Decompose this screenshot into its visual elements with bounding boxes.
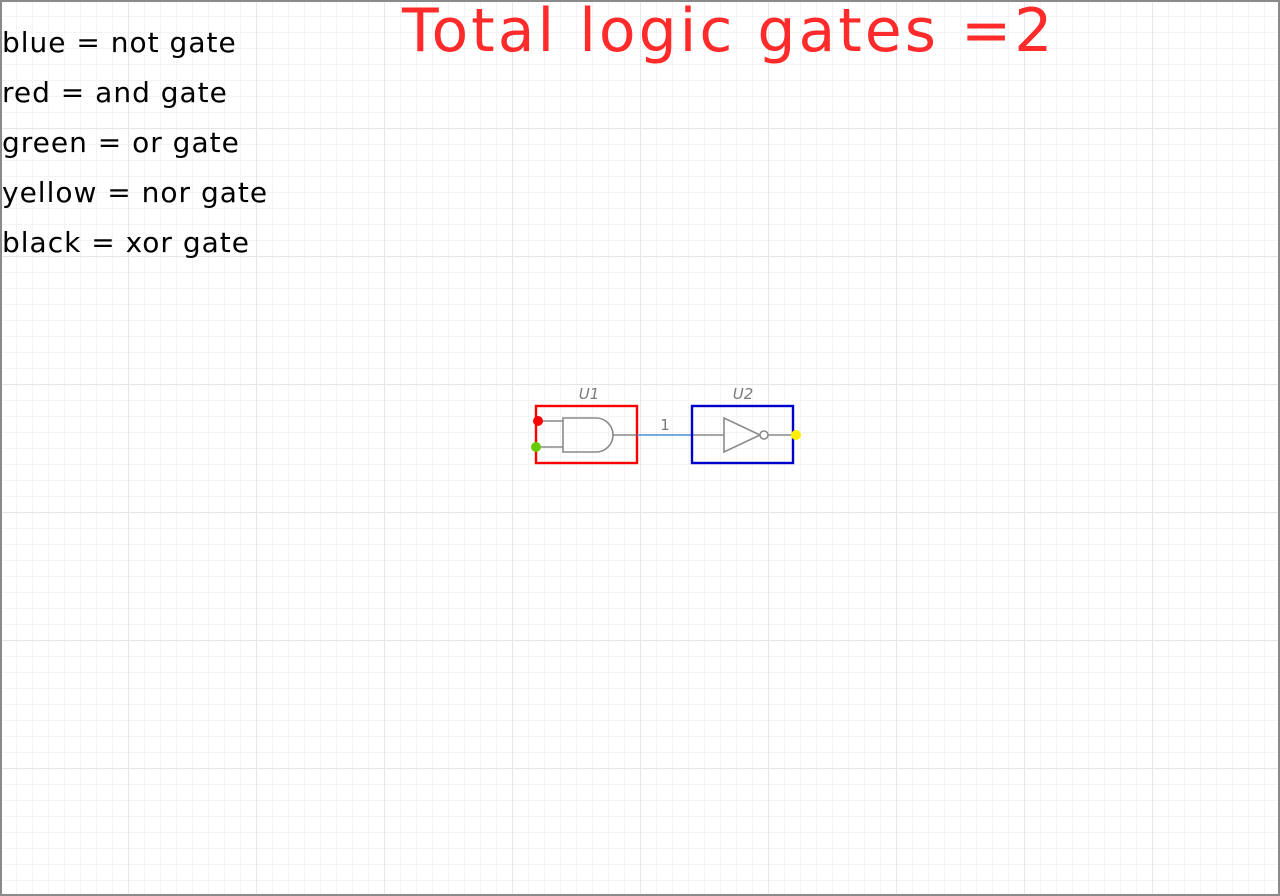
circuit-diagram: U1 1 U2 — [531, 385, 801, 465]
component-ref-u1: U1 — [579, 385, 600, 403]
component-u2-not-gate[interactable]: U2 — [690, 385, 795, 465]
schematic-canvas[interactable]: Total logic gates =2 blue = not gate red… — [0, 0, 1280, 896]
pin-marker-u1-input-b[interactable] — [531, 442, 541, 452]
inversion-bubble-icon — [759, 430, 769, 440]
not-gate-symbol-icon — [723, 416, 762, 454]
net-label: 1 — [660, 416, 670, 434]
net-1[interactable]: 1 — [637, 416, 692, 436]
component-u1-and-gate[interactable]: U1 — [534, 385, 639, 465]
pin-marker-u1-input-a[interactable] — [533, 416, 543, 426]
pin-marker-u2-output[interactable] — [791, 430, 801, 440]
component-ref-u2: U2 — [733, 385, 754, 403]
and-gate-symbol-icon — [562, 417, 614, 453]
